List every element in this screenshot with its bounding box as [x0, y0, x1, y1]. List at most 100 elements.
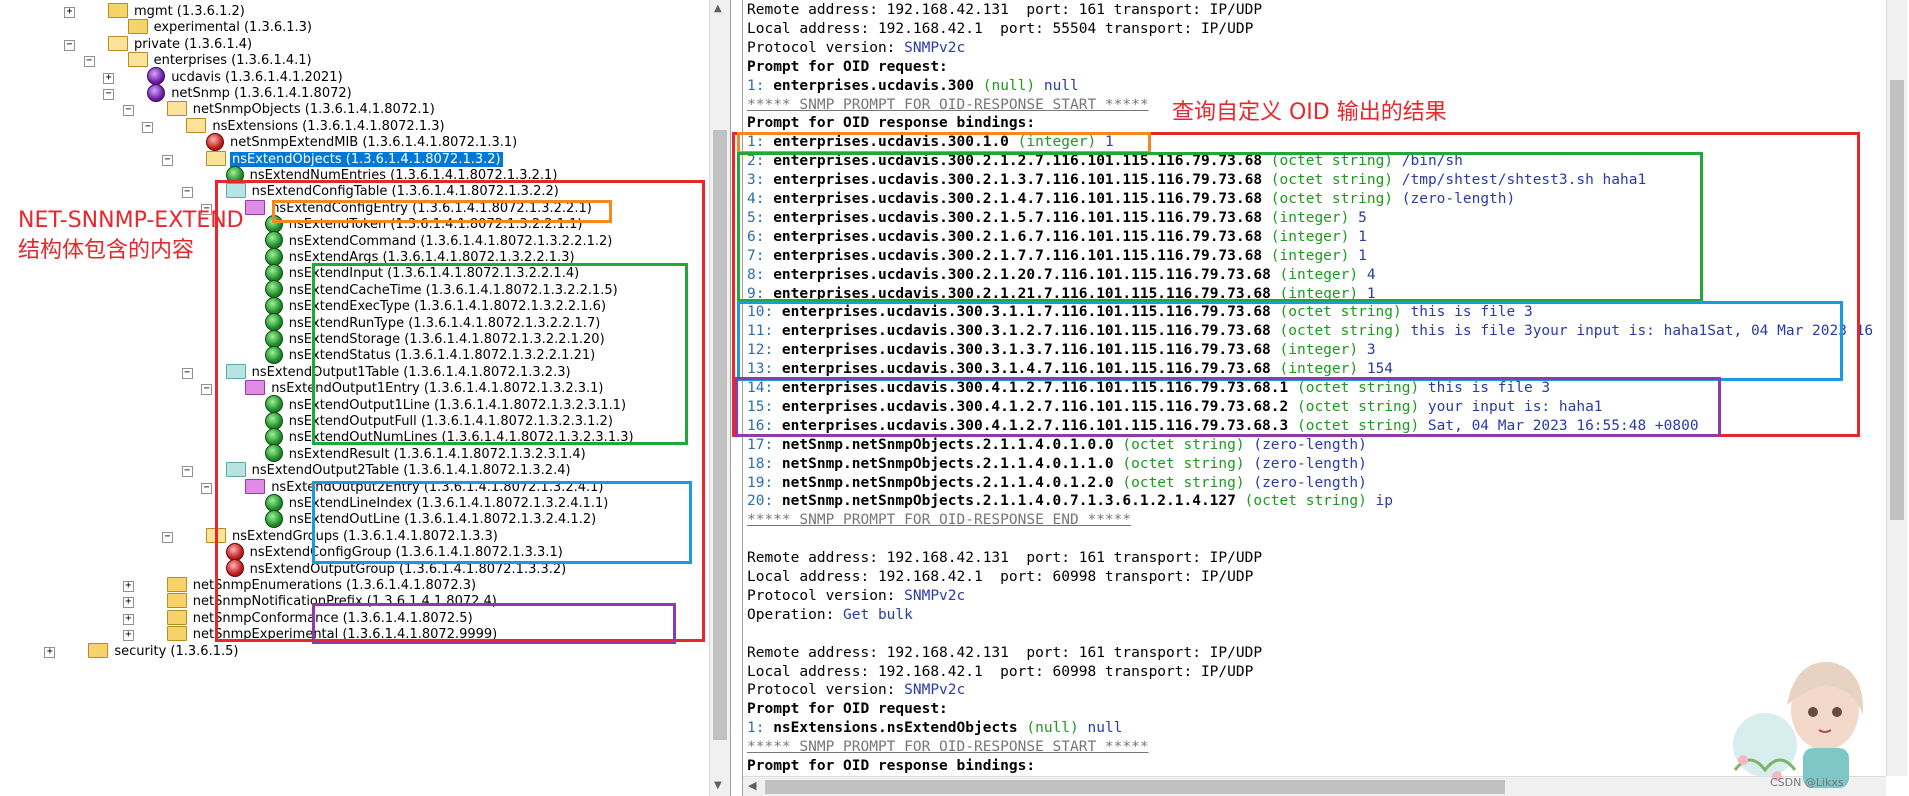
collapse-icon[interactable]: −: [142, 121, 154, 133]
log-bold: Prompt for OID response bindings:: [747, 115, 1036, 132]
log-bold: Prompt for OID response bindings:: [747, 758, 1036, 774]
collapse-icon[interactable]: −: [181, 466, 193, 478]
tree-node-label: experimental (1.3.6.1.3): [153, 20, 312, 36]
collapse-icon[interactable]: −: [162, 154, 173, 166]
log-horizontal-scrollbar[interactable]: ◀: [743, 776, 1886, 796]
log-line: Remote address: 192.168.42.131 port: 161…: [747, 644, 1262, 663]
tree-node[interactable]: + security (1.3.6.1.5): [44, 642, 240, 662]
log-vertical-scrollbar[interactable]: [1886, 0, 1907, 776]
log-hscroll-thumb[interactable]: [765, 780, 1505, 794]
log-plain: Local address: 192.168.42.1 port: 55504 …: [747, 20, 1254, 37]
log-bold: Prompt for OID request:: [747, 701, 948, 718]
log-line: 18: netSnmp.netSnmpObjects.2.1.1.4.0.1.1…: [747, 455, 1367, 474]
log-line: Local address: 192.168.42.1 port: 60998 …: [747, 663, 1253, 682]
log-line: Prompt for OID request:: [747, 58, 948, 77]
log-line: Local address: 192.168.42.1 port: 55504 …: [747, 20, 1253, 39]
scroll-left-arrow-icon[interactable]: ◀: [748, 779, 756, 792]
anime-sticker-image: [1733, 661, 1864, 788]
log-value: Get bulk: [843, 606, 913, 623]
log-type: (octet string): [1113, 436, 1245, 453]
log-type: (null): [974, 77, 1036, 94]
log-plain: Remote address: 192.168.42.131 port: 161…: [747, 2, 1263, 18]
log-sep: ***** SNMP PROMPT FOR OID-RESPONSE START…: [747, 739, 1149, 756]
log-plain: Remote address: 192.168.42.131 port: 161…: [747, 644, 1263, 661]
collapse-icon[interactable]: −: [162, 531, 173, 543]
expand-icon[interactable]: +: [122, 630, 134, 642]
log-sep: ***** SNMP PROMPT FOR OID-RESPONSE END *…: [747, 512, 1132, 529]
log-oid: netSnmp.netSnmpObjects.2.1.1.4.0.1.1.0: [781, 455, 1114, 472]
log-line: 20: netSnmp.netSnmpObjects.2.1.1.4.0.7.1…: [747, 492, 1393, 511]
log-line: Operation: Get bulk: [747, 606, 913, 625]
log-value: SNMPv2c: [904, 587, 966, 604]
log-line: 1: nsExtensions.nsExtendObjects (null) n…: [747, 719, 1122, 738]
log-line: Protocol version: SNMPv2c: [747, 681, 965, 700]
scroll-up-arrow-icon[interactable]: ▲: [714, 3, 722, 14]
log-value: SNMPv2c: [904, 39, 966, 56]
annotation-box-purple-left: [312, 603, 676, 644]
collapse-icon[interactable]: −: [201, 482, 213, 494]
log-num: 1:: [747, 720, 774, 737]
log-line: Prompt for OID response bindings:: [747, 757, 1035, 776]
log-num: 20:: [747, 493, 782, 510]
collapse-icon[interactable]: −: [201, 384, 213, 396]
expand-icon[interactable]: +: [44, 646, 56, 658]
collapse-icon[interactable]: −: [122, 105, 134, 117]
log-value: (zero-length): [1244, 474, 1367, 491]
scroll-down-arrow-icon[interactable]: ▼: [714, 780, 722, 791]
log-type: (octet string): [1113, 455, 1245, 472]
log-line: Prompt for OID response bindings:: [747, 114, 1035, 133]
annotation-box-orange-left: [272, 200, 612, 223]
open-folder-icon: [127, 52, 148, 68]
log-num: 1:: [747, 77, 774, 94]
tree-node-label: nsExtensions (1.3.6.1.4.1.8072.1.3): [212, 118, 445, 134]
log-oid: netSnmp.netSnmpObjects.2.1.1.4.0.7.1.3.6…: [781, 493, 1236, 510]
log-value: (zero-length): [1244, 455, 1367, 472]
tree-vertical-scrollbar[interactable]: ▲ ▼: [709, 0, 730, 796]
collapse-icon[interactable]: −: [181, 187, 193, 199]
watermark-text: CSDN @Likxs: [1770, 776, 1844, 789]
log-oid: netSnmp.netSnmpObjects.2.1.1.4.0.1.2.0: [781, 474, 1114, 491]
log-line: 17: netSnmp.netSnmpObjects.2.1.1.4.0.1.0…: [747, 436, 1367, 455]
log-plain: Local address: 192.168.42.1 port: 60998 …: [747, 663, 1254, 680]
log-vscroll-thumb[interactable]: [1890, 80, 1904, 520]
annotation-box-blue-right: [737, 301, 1843, 381]
expand-icon[interactable]: +: [103, 72, 115, 84]
log-num: 19:: [747, 474, 782, 491]
mib-group-icon: [206, 132, 224, 151]
expand-icon[interactable]: +: [122, 597, 134, 609]
log-bold: Prompt for OID request:: [747, 58, 948, 75]
annotation-right-title: 查询自定义 OID 输出的结果: [1172, 100, 1447, 125]
log-type: (octet string): [1113, 474, 1245, 491]
annotation-box-green-right: [737, 152, 1703, 302]
open-folder-icon: [206, 150, 226, 166]
expand-icon[interactable]: +: [122, 581, 134, 592]
annotation-box-blue-left: [312, 481, 692, 564]
log-value: ip: [1366, 493, 1394, 510]
folder-icon: [166, 626, 187, 642]
log-plain: Remote address: 192.168.42.131 port: 161…: [747, 550, 1263, 567]
annotation-left-line2: 结构体包含的内容: [18, 238, 195, 263]
log-line: Prompt for OID request:: [747, 700, 948, 719]
tree-node-label: ucdavis (1.3.6.1.4.1.2021): [171, 69, 343, 85]
log-value: SNMPv2c: [904, 682, 966, 699]
annotation-box-green-left: [312, 263, 688, 445]
folder-icon: [166, 593, 187, 609]
tree-scroll-thumb[interactable]: [713, 130, 727, 740]
expand-icon[interactable]: +: [122, 613, 134, 625]
log-line: 19: netSnmp.netSnmpObjects.2.1.1.4.0.1.2…: [747, 474, 1367, 493]
collapse-icon[interactable]: −: [181, 367, 193, 379]
log-plain: Operation:: [747, 606, 844, 623]
tree-node-label: mgmt (1.3.6.1.2): [134, 4, 245, 19]
collapse-icon[interactable]: −: [103, 89, 115, 100]
log-line: 1: enterprises.ucdavis.300 (null) null: [747, 77, 1079, 96]
log-plain: Protocol version:: [747, 39, 905, 56]
log-num: 18:: [747, 455, 782, 472]
agent-node-icon: [147, 67, 166, 86]
agent-node-icon: [147, 83, 166, 102]
annotation-box-purple-right: [735, 377, 1721, 437]
expand-icon[interactable]: +: [64, 7, 75, 18]
collapse-icon[interactable]: −: [64, 39, 75, 51]
collapse-icon[interactable]: −: [83, 56, 95, 68]
log-line: Local address: 192.168.42.1 port: 60998 …: [747, 568, 1253, 587]
tree-node-label: netSnmpExtendMIB (1.3.6.1.4.1.8072.1.3.1…: [230, 135, 518, 151]
